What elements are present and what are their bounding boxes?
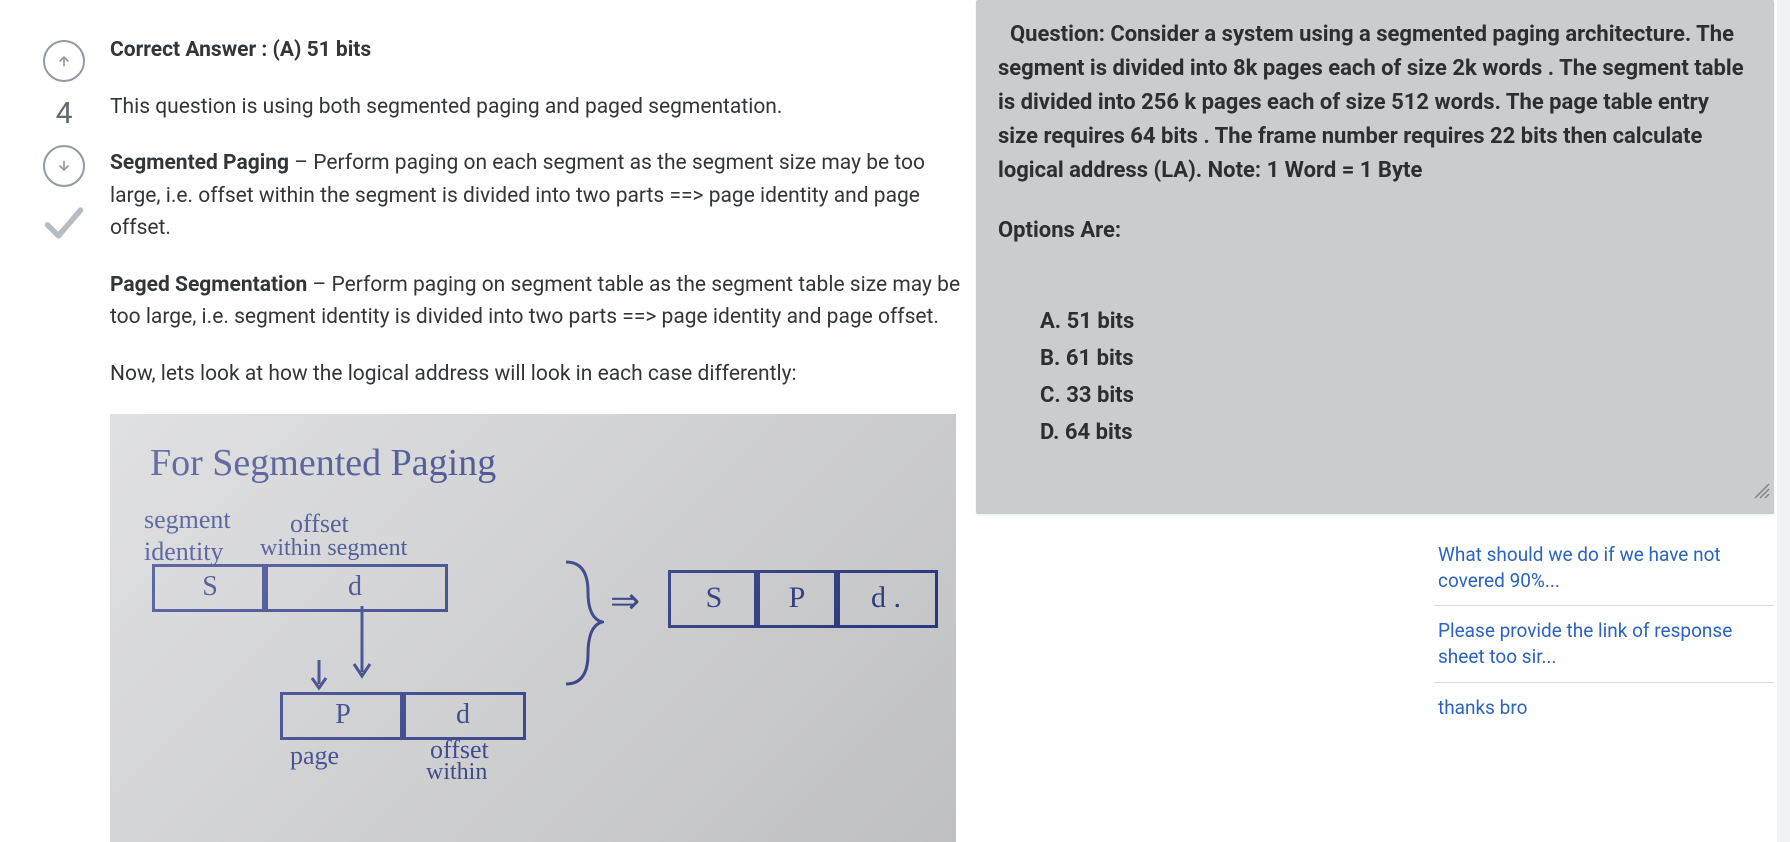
question-card: Question: Consider a system using a segm… — [976, 0, 1774, 514]
accept-answer-button[interactable] — [42, 201, 86, 249]
related-link-1[interactable]: What should we do if we have not covered… — [1434, 530, 1774, 606]
handwritten-diagram: For Segmented Paging segment identity of… — [110, 414, 956, 842]
seg-identity-label-2: identity — [144, 532, 223, 572]
vote-column: 4 — [34, 40, 94, 249]
diagram-title: For Segmented Paging — [150, 434, 496, 493]
vote-score: 4 — [56, 96, 73, 131]
offset-within-1: offset — [430, 730, 489, 770]
answer-p4: Now, lets look at how the logical addres… — [110, 358, 968, 391]
box-p: P — [280, 692, 406, 740]
answer-p1: This question is using both segmented pa… — [110, 91, 968, 124]
arrow-up-icon — [56, 53, 72, 69]
answer-p2: Segmented Paging – Perform paging on eac… — [110, 147, 968, 245]
option-c: C. 33 bits — [1040, 379, 1754, 413]
box-s: S — [152, 564, 268, 612]
box-p2: P — [754, 570, 840, 628]
downvote-button[interactable] — [43, 145, 85, 187]
curly-brace-drawing — [560, 558, 604, 688]
arrow-down-drawing — [342, 606, 382, 690]
option-d: D. 64 bits — [1040, 416, 1754, 450]
paged-segmentation-label: Paged Segmentation — [110, 273, 307, 297]
page-viewport: 4 Correct Answer : (A) 51 bits This ques… — [0, 0, 1790, 842]
upvote-button[interactable] — [43, 40, 85, 82]
options-list: A. 51 bits B. 61 bits C. 33 bits D. 64 b… — [1040, 305, 1754, 450]
related-link-3[interactable]: thanks bro — [1434, 683, 1774, 733]
option-a: A. 51 bits — [1040, 305, 1754, 339]
arrow-down-icon — [56, 158, 72, 174]
related-link-2[interactable]: Please provide the link of response shee… — [1434, 606, 1774, 682]
big-arrow: ⇒ — [610, 574, 640, 630]
arrow-small-drawing — [305, 660, 333, 696]
options-heading: Options Are: — [998, 214, 1754, 248]
segmented-paging-label: Segmented Paging — [110, 151, 289, 175]
seg-identity-label-1: segment — [144, 508, 231, 533]
correct-answer-line: Correct Answer : (A) 51 bits — [110, 38, 371, 62]
offset-label-1: offset — [290, 504, 349, 544]
answer-body: Correct Answer : (A) 51 bits This questi… — [110, 34, 968, 842]
resize-icon — [1752, 481, 1770, 499]
box-d: d — [262, 564, 448, 612]
answer-p3: Paged Segmentation – Perform paging on s… — [110, 269, 968, 334]
offset-label-2: within segment — [260, 530, 407, 567]
scrollbar-track[interactable] — [1777, 0, 1790, 842]
question-text: Question: Consider a system using a segm… — [998, 18, 1754, 188]
offset-within-2: within — [426, 754, 487, 791]
related-links: What should we do if we have not covered… — [1434, 530, 1774, 732]
box-s2: S — [668, 570, 760, 628]
option-b: B. 61 bits — [1040, 342, 1754, 376]
page-label: page — [290, 736, 339, 776]
box-d2: d . — [834, 570, 938, 628]
box-d3: d — [400, 692, 526, 740]
check-icon — [42, 201, 86, 245]
resize-handle[interactable] — [1752, 476, 1770, 510]
